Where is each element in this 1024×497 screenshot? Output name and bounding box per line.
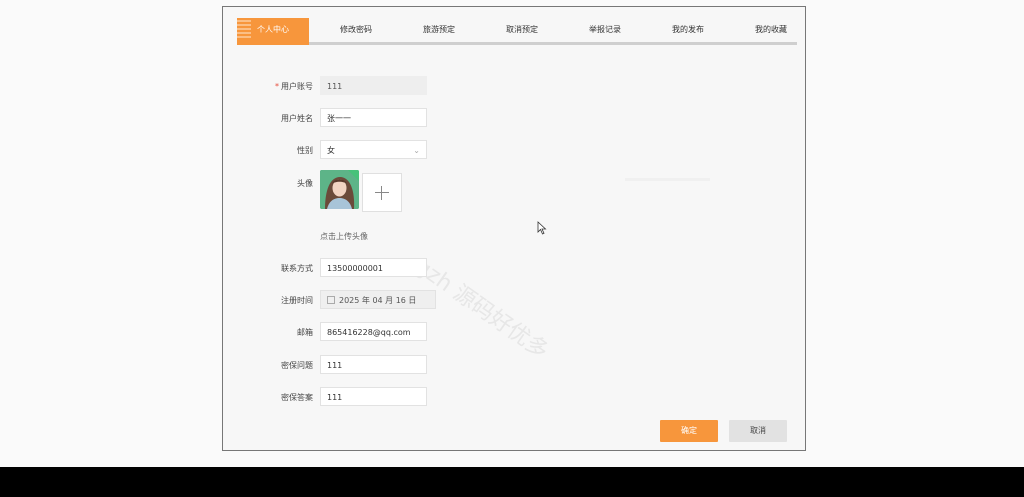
email-input[interactable]: 865416228@qq.com xyxy=(320,322,427,341)
gender-select[interactable]: 女 ⌄ xyxy=(320,140,427,159)
cancel-button[interactable]: 取消 xyxy=(729,420,787,442)
tab-my-posts[interactable]: 我的发布 xyxy=(664,18,712,42)
name-input[interactable]: 张一一 xyxy=(320,108,427,127)
tab-bar: 个人中心 修改密码 旅游预定 取消预定 举报记录 我的发布 我的收藏 xyxy=(237,18,797,44)
register-time-field: 2025 年 04 月 16 日 xyxy=(320,290,436,309)
account-label: * 用户账号 xyxy=(275,82,313,91)
security-question-input[interactable]: 111 xyxy=(320,355,427,374)
avatar[interactable] xyxy=(320,170,359,209)
mouse-cursor-icon xyxy=(537,221,547,235)
calendar-icon xyxy=(327,296,335,304)
tab-personal-center[interactable]: 个人中心 xyxy=(237,18,309,42)
email-label: 邮箱 xyxy=(297,328,313,337)
phone-input[interactable]: 13500000001 xyxy=(320,258,427,277)
main-window: 个人中心 修改密码 旅游预定 取消预定 举报记录 我的发布 我的收藏 gzh 源… xyxy=(222,6,806,451)
tab-cancel-booking[interactable]: 取消预定 xyxy=(498,18,546,42)
register-time-label: 注册时间 xyxy=(281,296,313,305)
bottom-black-bar xyxy=(0,467,1024,497)
upload-hint: 点击上传头像 xyxy=(320,232,368,241)
stripes-decoration xyxy=(237,18,251,42)
tab-travel-booking[interactable]: 旅游预定 xyxy=(415,18,463,42)
tab-my-favorites[interactable]: 我的收藏 xyxy=(747,18,795,42)
phone-label: 联系方式 xyxy=(281,264,313,273)
name-label: 用户姓名 xyxy=(281,114,313,123)
chevron-down-icon: ⌄ xyxy=(413,146,420,155)
plus-icon xyxy=(375,185,389,200)
divider xyxy=(625,178,710,181)
tab-underline xyxy=(237,42,797,45)
upload-avatar-button[interactable] xyxy=(362,173,402,212)
confirm-button[interactable]: 确定 xyxy=(660,420,718,442)
gender-label: 性别 xyxy=(297,146,313,155)
security-answer-label: 密保答案 xyxy=(281,393,313,402)
account-field: 111 xyxy=(320,76,427,95)
avatar-label: 头像 xyxy=(297,179,313,188)
tab-report-records[interactable]: 举报记录 xyxy=(581,18,629,42)
active-tab-indicator xyxy=(237,42,309,45)
tab-change-password[interactable]: 修改密码 xyxy=(332,18,380,42)
security-question-label: 密保问题 xyxy=(281,361,313,370)
security-answer-input[interactable]: 111 xyxy=(320,387,427,406)
